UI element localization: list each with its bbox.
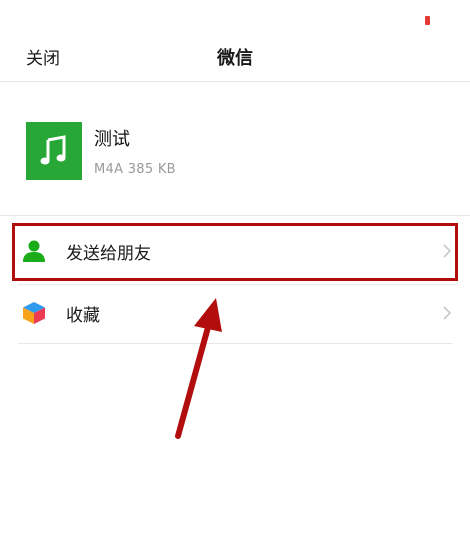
chevron-right-icon (442, 305, 452, 321)
divider (18, 343, 452, 344)
divider (0, 215, 470, 216)
person-icon (22, 239, 46, 263)
music-note-icon (26, 122, 82, 180)
favorite-item[interactable]: 收藏 (18, 284, 458, 340)
send-to-friend-item[interactable]: 发送给朋友 (18, 223, 458, 279)
cube-icon (22, 301, 46, 325)
status-indicator (425, 16, 430, 25)
file-meta: M4A 385 KB (94, 162, 176, 177)
favorite-label: 收藏 (66, 306, 100, 326)
send-to-friend-label: 发送给朋友 (66, 244, 151, 264)
page-title: 微信 (217, 48, 253, 69)
file-card: 测试 M4A 385 KB (26, 122, 446, 186)
chevron-right-icon (442, 243, 452, 259)
file-name: 测试 (94, 129, 130, 150)
top-bar: 关闭 微信 (0, 32, 470, 82)
